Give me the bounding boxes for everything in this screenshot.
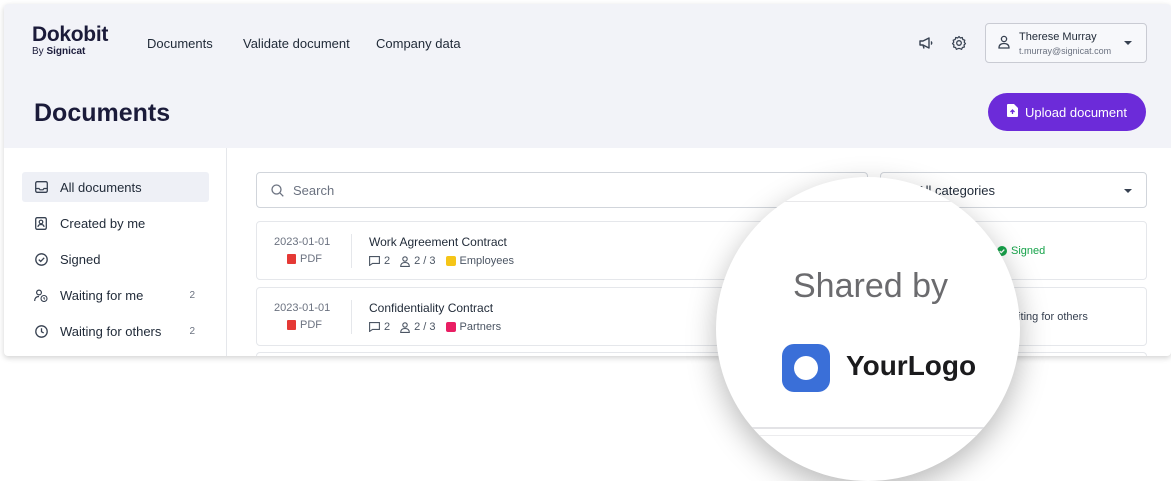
category-label: Partners xyxy=(459,321,502,333)
search-icon xyxy=(271,183,284,197)
document-type-label: PDF xyxy=(300,253,322,265)
your-logo-text: YourLogo xyxy=(846,350,977,381)
user-clock-icon xyxy=(34,288,48,302)
sidebar-item-count: 2 xyxy=(189,325,195,337)
signer-icon xyxy=(400,255,410,267)
your-logo-icon xyxy=(782,344,830,392)
category-color xyxy=(445,256,456,266)
user-menu[interactable]: Therese Murray t.murray@signicat.com xyxy=(985,23,1147,63)
divider xyxy=(351,300,352,334)
document-date: 2023-01-01 xyxy=(274,236,331,248)
signer-count: 2 / 3 xyxy=(414,255,436,267)
user-name: Therese Murray xyxy=(1019,31,1097,43)
comment-icon xyxy=(369,322,380,332)
sidebar-item-created-by-me[interactable]: Created by me xyxy=(22,208,209,238)
upload-document-button[interactable]: Upload document xyxy=(988,93,1146,131)
signer-icon xyxy=(400,321,410,333)
search-placeholder: Search xyxy=(293,182,335,198)
nav-documents[interactable]: Documents xyxy=(147,36,213,51)
brand-logo[interactable]: Dokobit By Signicat xyxy=(32,23,109,58)
sidebar: All documents Created by me Signed Waiti… xyxy=(4,148,227,356)
document-meta: 2 2 / 3 Employees xyxy=(369,255,524,267)
category-label: Employees xyxy=(459,255,514,267)
comment-icon xyxy=(369,256,380,266)
divider xyxy=(351,234,352,268)
document-date: 2023-01-01 xyxy=(274,302,331,314)
document-type: PDF xyxy=(287,253,322,265)
gear-icon[interactable] xyxy=(950,34,968,52)
sidebar-item-count: 2 xyxy=(189,289,195,301)
file-upload-icon xyxy=(1007,104,1019,120)
search-input[interactable]: Search xyxy=(256,172,868,208)
clock-icon xyxy=(34,324,48,338)
chevron-down-icon xyxy=(1124,41,1132,45)
user-email: t.murray@signicat.com xyxy=(1019,46,1112,56)
table-row[interactable]: 2023-01-01 PDF Work Agreement Contract 2… xyxy=(256,221,1147,280)
check-circle-icon xyxy=(34,252,48,266)
user-card-icon xyxy=(34,216,48,230)
sidebar-item-waiting-for-me[interactable]: Waiting for me 2 xyxy=(22,280,209,310)
signer-count: 2 / 3 xyxy=(414,321,436,333)
divider xyxy=(716,435,1020,436)
sidebar-item-label: Signed xyxy=(60,251,101,267)
status-badge: Signed xyxy=(997,245,1045,257)
comment-count: 2 xyxy=(384,321,391,333)
brand-name: Dokobit xyxy=(32,23,109,46)
document-title[interactable]: Confidentiality Contract xyxy=(369,301,493,315)
brand-sub-prefix: By xyxy=(32,46,44,57)
status-label: Signed xyxy=(1011,245,1046,257)
page-title: Documents xyxy=(34,99,171,127)
pdf-icon xyxy=(287,320,296,330)
nav-validate-document[interactable]: Validate document xyxy=(243,36,350,51)
user-icon xyxy=(998,35,1010,54)
sidebar-item-label: All documents xyxy=(60,179,142,195)
sidebar-item-all-documents[interactable]: All documents xyxy=(22,172,209,202)
brand-sub: By Signicat xyxy=(32,46,108,57)
sidebar-item-signed[interactable]: Signed xyxy=(22,244,209,274)
sidebar-item-label: Waiting for others xyxy=(60,323,162,339)
pdf-icon xyxy=(287,254,296,264)
document-type-label: PDF xyxy=(300,319,322,331)
sidebar-item-label: Waiting for me xyxy=(60,287,144,303)
chevron-down-icon xyxy=(1124,189,1132,193)
shared-by-label: Shared by xyxy=(793,267,948,305)
document-meta: 2 2 / 3 Partners xyxy=(369,321,511,333)
comment-count: 2 xyxy=(384,255,391,267)
upload-document-label: Upload document xyxy=(1025,104,1127,120)
nav-company-data[interactable]: Company data xyxy=(376,36,461,51)
inbox-icon xyxy=(34,180,48,194)
status-badge: aiting for others xyxy=(1012,311,1088,323)
divider xyxy=(716,201,1020,202)
megaphone-icon[interactable] xyxy=(917,34,935,52)
document-title[interactable]: Work Agreement Contract xyxy=(369,235,507,249)
brand-sub-name: Signicat xyxy=(46,46,86,57)
magnifier: Shared by YourLogo xyxy=(716,177,1020,481)
document-type: PDF xyxy=(287,319,322,331)
status-label: aiting for others xyxy=(1012,311,1088,323)
divider xyxy=(716,427,1020,429)
sidebar-item-label: Created by me xyxy=(60,215,146,231)
category-color xyxy=(445,322,456,332)
sidebar-item-waiting-for-others[interactable]: Waiting for others 2 xyxy=(22,316,209,346)
top-bar: Dokobit By Signicat Documents Validate d… xyxy=(4,4,1171,148)
